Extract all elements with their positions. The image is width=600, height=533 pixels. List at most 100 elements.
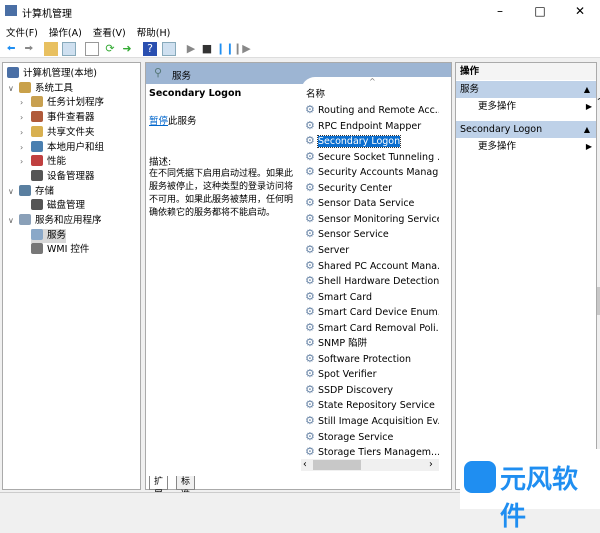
action-pane-icon[interactable] bbox=[162, 42, 176, 56]
service-row[interactable]: ⚙ Secure Socket Tunneling ... bbox=[305, 149, 439, 164]
service-row[interactable]: ⚙ Sensor Service bbox=[305, 226, 439, 241]
service-row[interactable]: ⚙ Storage Service bbox=[305, 429, 439, 444]
horizontal-scrollbar[interactable]: ‹ › bbox=[301, 459, 439, 471]
maximize-button[interactable]: □ bbox=[520, 0, 560, 22]
tree-item-label: 共享文件夹 bbox=[47, 126, 95, 138]
stop-icon[interactable]: ■ bbox=[200, 42, 214, 56]
service-row[interactable]: ⚙ RPC Endpoint Mapper bbox=[305, 118, 439, 133]
gear-icon: ⚙ bbox=[305, 367, 315, 381]
start-icon[interactable]: ▶ bbox=[184, 42, 198, 56]
refresh-icon[interactable]: ⟳ bbox=[103, 42, 117, 56]
service-row[interactable]: ⚙ Spot Verifier bbox=[305, 366, 439, 381]
tree-item[interactable]: WMI 控件 bbox=[31, 243, 89, 257]
service-row[interactable]: ⚙ Shared PC Account Mana... bbox=[305, 258, 439, 273]
service-row[interactable]: ⚙ SSDP Discovery bbox=[305, 382, 439, 397]
service-row[interactable]: ⚙ Secondary Logon bbox=[305, 133, 439, 149]
service-row[interactable]: ⚙ Routing and Remote Acc... bbox=[305, 102, 439, 117]
tree-item[interactable]: 本地用户和组 bbox=[31, 140, 104, 155]
close-button[interactable]: ✕ bbox=[560, 0, 600, 22]
service-row[interactable]: ⚙ Server bbox=[305, 242, 439, 257]
collapse-chevron-icon[interactable]: › bbox=[20, 128, 23, 137]
menu-action[interactable]: 操作(A) bbox=[43, 22, 87, 39]
help-icon[interactable]: ? bbox=[143, 42, 157, 56]
service-name: Secondary Logon bbox=[149, 88, 242, 99]
scroll-left-icon[interactable]: ‹ bbox=[303, 459, 307, 470]
service-name: Storage Service bbox=[318, 431, 394, 443]
pause-icon[interactable]: ❙❙ bbox=[216, 42, 234, 56]
service-row[interactable]: ⚙ Security Center bbox=[305, 180, 439, 195]
tree-node-icon bbox=[31, 125, 43, 137]
service-row[interactable]: ⚙ Storage Tiers Managem... bbox=[305, 444, 439, 459]
action-section-services[interactable]: 服务 ▲ bbox=[456, 81, 596, 98]
expand-chevron-icon[interactable]: ∨ bbox=[8, 216, 14, 225]
column-header-name[interactable]: 名称 bbox=[306, 86, 325, 100]
gear-icon: ⚙ bbox=[305, 103, 315, 116]
forward-icon[interactable]: 🠪 bbox=[22, 42, 36, 56]
tree-item[interactable]: 事件查看器 bbox=[31, 111, 95, 125]
tree-item-label: 设备管理器 bbox=[47, 170, 95, 182]
service-name: RPC Endpoint Mapper bbox=[318, 120, 422, 132]
tree-item[interactable]: 性能 bbox=[31, 155, 66, 169]
menu-bar: 文件(F) 操作(A) 查看(V) 帮助(H) bbox=[0, 22, 600, 40]
tree-item[interactable]: 任务计划程序 bbox=[31, 96, 104, 110]
more-actions-services[interactable]: 更多操作 ▶ bbox=[478, 98, 592, 115]
service-row[interactable]: ⚙ Shell Hardware Detection bbox=[305, 273, 439, 288]
up-folder-icon[interactable] bbox=[44, 42, 58, 56]
tree-item[interactable]: 服务 bbox=[31, 228, 67, 243]
collapse-chevron-icon[interactable]: › bbox=[20, 113, 23, 122]
watermark-logo: 元风软件 bbox=[460, 449, 600, 532]
expand-chevron-icon[interactable]: ∨ bbox=[8, 187, 14, 196]
collapse-chevron-icon[interactable]: › bbox=[20, 157, 23, 166]
tree-item[interactable]: 计算机管理(本地) bbox=[7, 67, 97, 81]
tree-item-label: 存储 bbox=[35, 185, 55, 197]
back-icon[interactable]: 🠨 bbox=[4, 42, 18, 56]
export-list-icon[interactable]: ➜ bbox=[120, 42, 134, 56]
service-row[interactable]: ⚙ SNMP 陷阱 bbox=[305, 335, 439, 350]
service-row[interactable]: ⚙ Smart Card Device Enum... bbox=[305, 304, 439, 319]
service-name: Server bbox=[318, 244, 350, 256]
tree-item[interactable]: 存储 bbox=[19, 184, 55, 199]
tab-extended[interactable]: 扩展 bbox=[149, 476, 169, 500]
service-row[interactable]: ⚙ Smart Card Removal Poli... bbox=[305, 320, 439, 335]
menu-help[interactable]: 帮助(H) bbox=[131, 22, 176, 39]
tab-standard[interactable]: 标准 bbox=[176, 476, 196, 500]
more-actions-secondary-logon[interactable]: 更多操作 ▶ bbox=[478, 138, 592, 155]
gear-icon: ⚙ bbox=[305, 351, 315, 365]
service-row[interactable]: ⚙ Software Protection bbox=[305, 351, 439, 366]
service-name: Secure Socket Tunneling ... bbox=[318, 151, 439, 163]
service-row[interactable]: ⚙ State Repository Service bbox=[305, 397, 439, 412]
service-row[interactable]: ⚙ Smart Card bbox=[305, 289, 439, 304]
tree-item[interactable]: 设备管理器 bbox=[31, 169, 95, 184]
expand-chevron-icon[interactable]: ∨ bbox=[8, 84, 14, 93]
action-section-secondary-logon[interactable]: Secondary Logon ▲ bbox=[456, 121, 596, 138]
tree-node-icon bbox=[31, 111, 43, 123]
gear-icon: ⚙ bbox=[305, 398, 315, 412]
gear-icon: ⚙ bbox=[305, 382, 315, 396]
service-row[interactable]: ⚙ Security Accounts Manag... bbox=[305, 164, 439, 179]
tree-item[interactable]: 共享文件夹 bbox=[31, 125, 95, 140]
service-name: Software Protection bbox=[318, 353, 411, 365]
minimize-button[interactable]: – bbox=[480, 0, 520, 22]
service-row[interactable]: ⚙ Sensor Data Service bbox=[305, 195, 439, 210]
tree-item[interactable]: 服务和应用程序 bbox=[19, 214, 102, 228]
collapse-chevron-icon[interactable]: › bbox=[20, 98, 23, 107]
export-icon[interactable] bbox=[85, 42, 99, 56]
collapse-icon[interactable]: ▲ bbox=[584, 121, 590, 138]
restart-icon[interactable]: ❙▶ bbox=[233, 42, 251, 56]
services-list: ^ 名称 ⚙ Routing and Remote Acc... ⚙ RPC Endp… bbox=[301, 77, 600, 487]
collapse-chevron-icon[interactable]: › bbox=[20, 143, 23, 152]
gear-icon: ⚙ bbox=[305, 445, 315, 459]
scroll-right-icon[interactable]: › bbox=[429, 459, 433, 470]
tree-item-label: 服务 bbox=[47, 229, 67, 241]
sort-up-icon: ^ bbox=[369, 77, 376, 86]
show-tree-icon[interactable] bbox=[62, 42, 76, 56]
tree-item[interactable]: 磁盘管理 bbox=[31, 199, 85, 213]
menu-file[interactable]: 文件(F) bbox=[0, 22, 43, 39]
service-row[interactable]: ⚙ Still Image Acquisition Ev... bbox=[305, 413, 439, 428]
pause-service-link[interactable]: 暂停 bbox=[149, 116, 168, 127]
tree-item[interactable]: 系统工具 bbox=[19, 81, 73, 96]
hscroll-thumb[interactable] bbox=[313, 460, 361, 470]
collapse-icon[interactable]: ▲ bbox=[584, 81, 590, 98]
menu-view[interactable]: 查看(V) bbox=[87, 22, 131, 39]
service-row[interactable]: ⚙ Sensor Monitoring Service bbox=[305, 211, 439, 226]
